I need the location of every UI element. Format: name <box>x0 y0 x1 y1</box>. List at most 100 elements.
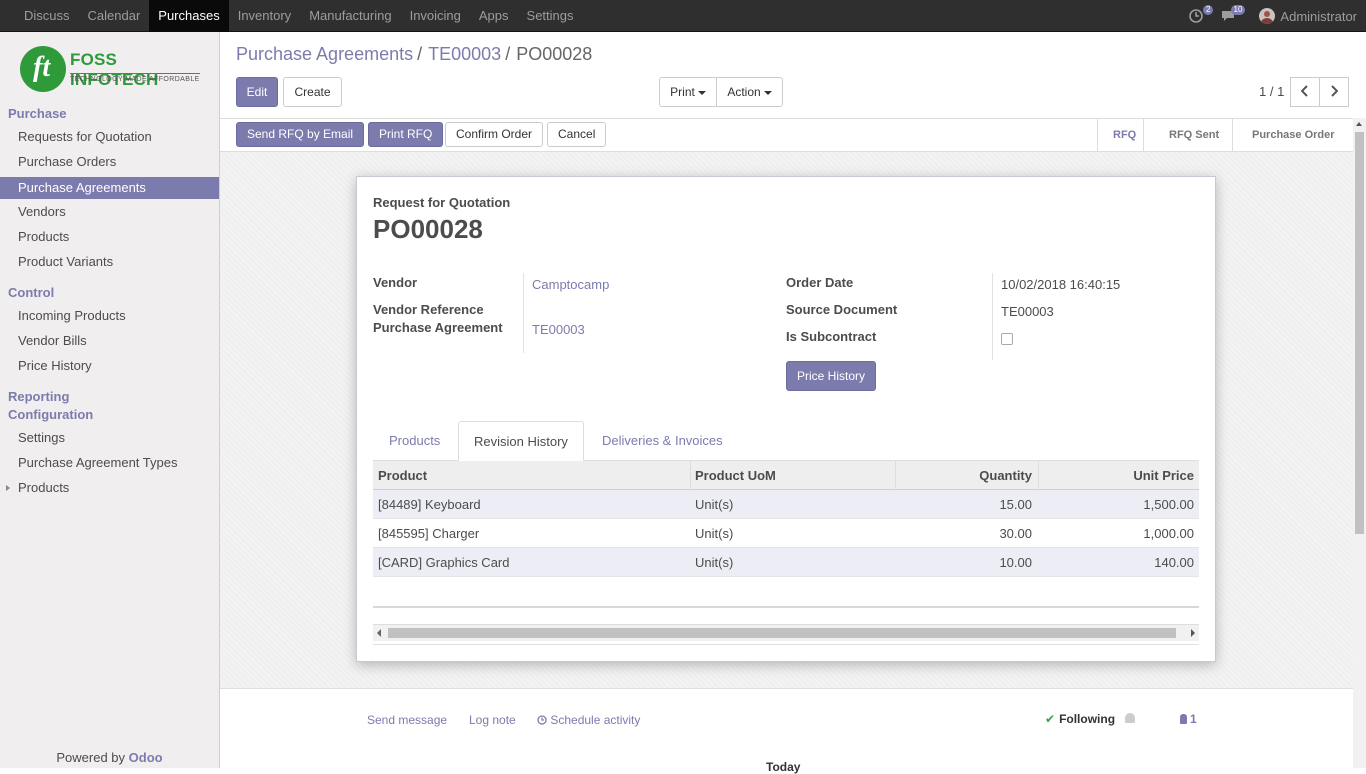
sidebar-item-vendors[interactable]: Vendors <box>0 201 219 223</box>
pager-value[interactable]: 1 / 1 <box>1259 84 1284 99</box>
today-separator: Today <box>766 760 801 774</box>
purchase-agreement-label: Purchase Agreement <box>373 320 503 335</box>
vendor-label: Vendor <box>373 275 418 290</box>
action-dropdown[interactable]: Action <box>716 77 783 107</box>
app-manufacturing[interactable]: Manufacturing <box>300 0 400 32</box>
bell-icon[interactable] <box>1125 713 1135 723</box>
sidebar-item-price-history[interactable]: Price History <box>0 355 219 377</box>
sidebar-item-purchase-agreements[interactable]: Purchase Agreements <box>0 177 219 199</box>
avatar <box>1259 8 1276 24</box>
systray: 2 10 Administrator <box>1189 0 1357 32</box>
source-document-field[interactable]: TE00003 <box>1001 304 1054 319</box>
app-inventory[interactable]: Inventory <box>229 0 300 32</box>
stage-rfq-sent[interactable]: RFQ Sent <box>1169 119 1219 151</box>
chevron-right-icon <box>1331 85 1339 97</box>
user-name: Administrator <box>1280 8 1357 24</box>
check-icon: ✔ <box>1045 712 1056 726</box>
activity-icon[interactable]: 2 <box>1189 5 1214 23</box>
app-settings[interactable]: Settings <box>518 0 583 32</box>
caret-right-icon <box>6 485 10 491</box>
tab-deliveries-invoices[interactable]: Deliveries & Invoices <box>587 421 738 461</box>
price-history-button[interactable]: Price History <box>786 361 876 391</box>
menu-heading-configuration[interactable]: Configuration <box>8 407 93 422</box>
caret-down-icon <box>763 90 772 95</box>
menu-heading-purchase[interactable]: Purchase <box>8 106 67 121</box>
edit-button[interactable]: Edit <box>236 77 278 107</box>
sidebar-item-vendor-bills[interactable]: Vendor Bills <box>0 330 219 352</box>
table-row[interactable]: [CARD] Graphics Card Unit(s) 10.00 140.0… <box>373 548 1199 577</box>
document-name: PO00028 <box>373 214 483 244</box>
user-icon <box>1180 714 1187 724</box>
confirm-order-button[interactable]: Confirm Order <box>445 122 544 147</box>
tab-revision-history[interactable]: Revision History <box>458 421 584 461</box>
breadcrumb-te00003[interactable]: TE00003 <box>428 44 501 64</box>
is-subcontract-label: Is Subcontract <box>786 329 877 344</box>
pager-previous-button[interactable] <box>1290 77 1320 107</box>
logo-mark: ft <box>20 46 66 92</box>
form-sheet <box>356 176 1216 662</box>
sidebar-item-products[interactable]: Products <box>0 226 219 248</box>
document-type: Request for Quotation <box>373 195 511 210</box>
app-apps[interactable]: Apps <box>470 0 518 32</box>
vendor-reference-label: Vendor Reference <box>373 302 484 317</box>
following-button[interactable]: ✔ Following <box>1045 712 1115 726</box>
logo-name: FOSS INFOTECH <box>70 50 159 89</box>
print-dropdown[interactable]: Print <box>659 77 717 107</box>
column-product[interactable]: Product <box>378 461 427 490</box>
sidebar-item-purchase-orders[interactable]: Purchase Orders <box>0 151 219 173</box>
breadcrumb-agreements[interactable]: Purchase Agreements <box>236 44 413 64</box>
app-discuss[interactable]: Discuss <box>15 0 79 32</box>
tab-products[interactable]: Products <box>374 421 455 461</box>
pager-next-button[interactable] <box>1319 77 1349 107</box>
print-rfq-button[interactable]: Print RFQ <box>368 122 444 147</box>
purchase-agreement-field[interactable]: TE00003 <box>532 322 585 337</box>
breadcrumb: Purchase Agreements / TE00003/PO00028 <box>236 44 593 64</box>
sidebar-item-settings[interactable]: Settings <box>0 427 219 449</box>
followers-button[interactable]: 1 <box>1180 712 1197 726</box>
odoo-link[interactable]: Odoo <box>129 750 163 765</box>
stage-purchase-order[interactable]: Purchase Order <box>1252 119 1335 151</box>
logo-tagline: TECHNOLOGY MADE AFFORDABLE <box>70 73 200 83</box>
order-date-label: Order Date <box>786 275 854 290</box>
sidebar: ft FOSS INFOTECH TECHNOLOGY MADE AFFORDA… <box>0 32 220 768</box>
order-date-field[interactable]: 10/02/2018 16:40:15 <box>1001 277 1120 292</box>
is-subcontract-checkbox[interactable] <box>1001 333 1013 345</box>
user-menu[interactable]: Administrator <box>1259 8 1357 24</box>
app-purchases[interactable]: Purchases <box>149 0 229 32</box>
stage-rfq[interactable]: RFQ <box>1113 119 1136 151</box>
messages-icon[interactable]: 10 <box>1221 5 1246 23</box>
vendor-field[interactable]: Camptocamp <box>532 277 609 292</box>
column-quantity[interactable]: Quantity <box>979 461 1032 490</box>
breadcrumb-current: PO00028 <box>516 44 593 64</box>
sidebar-item-incoming-products[interactable]: Incoming Products <box>0 305 219 327</box>
vertical-scrollbar[interactable] <box>1353 118 1366 768</box>
app-menu: Discuss Calendar Purchases Inventory Man… <box>15 0 583 32</box>
message-count-badge: 10 <box>1230 5 1246 15</box>
menu-heading-control[interactable]: Control <box>8 285 54 300</box>
column-product-uom[interactable]: Product UoM <box>695 461 776 490</box>
create-button[interactable]: Create <box>283 77 342 107</box>
clock-icon <box>537 715 547 725</box>
log-note-link[interactable]: Log note <box>469 713 516 727</box>
table-row[interactable]: [84489] Keyboard Unit(s) 15.00 1,500.00 <box>373 490 1199 519</box>
powered-by: Powered by Odoo <box>56 750 163 765</box>
company-logo: ft FOSS INFOTECH TECHNOLOGY MADE AFFORDA… <box>20 44 200 94</box>
table-header: Product Product UoM Quantity Unit Price <box>373 461 1199 490</box>
menu-heading-reporting[interactable]: Reporting <box>8 389 69 404</box>
horizontal-scrollbar[interactable] <box>373 624 1199 641</box>
schedule-activity-link[interactable]: Schedule activity <box>537 713 640 727</box>
sidebar-item-config-products[interactable]: Products <box>0 477 219 499</box>
table-row[interactable]: [845595] Charger Unit(s) 30.00 1,000.00 <box>373 519 1199 548</box>
sidebar-item-rfq[interactable]: Requests for Quotation <box>0 126 219 148</box>
top-menu-bar: Discuss Calendar Purchases Inventory Man… <box>0 0 1366 32</box>
activity-count-badge: 2 <box>1202 5 1214 15</box>
column-unit-price[interactable]: Unit Price <box>1133 461 1194 490</box>
send-rfq-email-button[interactable]: Send RFQ by Email <box>236 122 365 147</box>
sidebar-item-agreement-types[interactable]: Purchase Agreement Types <box>0 452 219 474</box>
cancel-button[interactable]: Cancel <box>547 122 607 147</box>
source-document-label: Source Document <box>786 302 898 317</box>
app-calendar[interactable]: Calendar <box>79 0 150 32</box>
app-invoicing[interactable]: Invoicing <box>401 0 470 32</box>
send-message-link[interactable]: Send message <box>367 713 447 727</box>
sidebar-item-product-variants[interactable]: Product Variants <box>0 251 219 273</box>
